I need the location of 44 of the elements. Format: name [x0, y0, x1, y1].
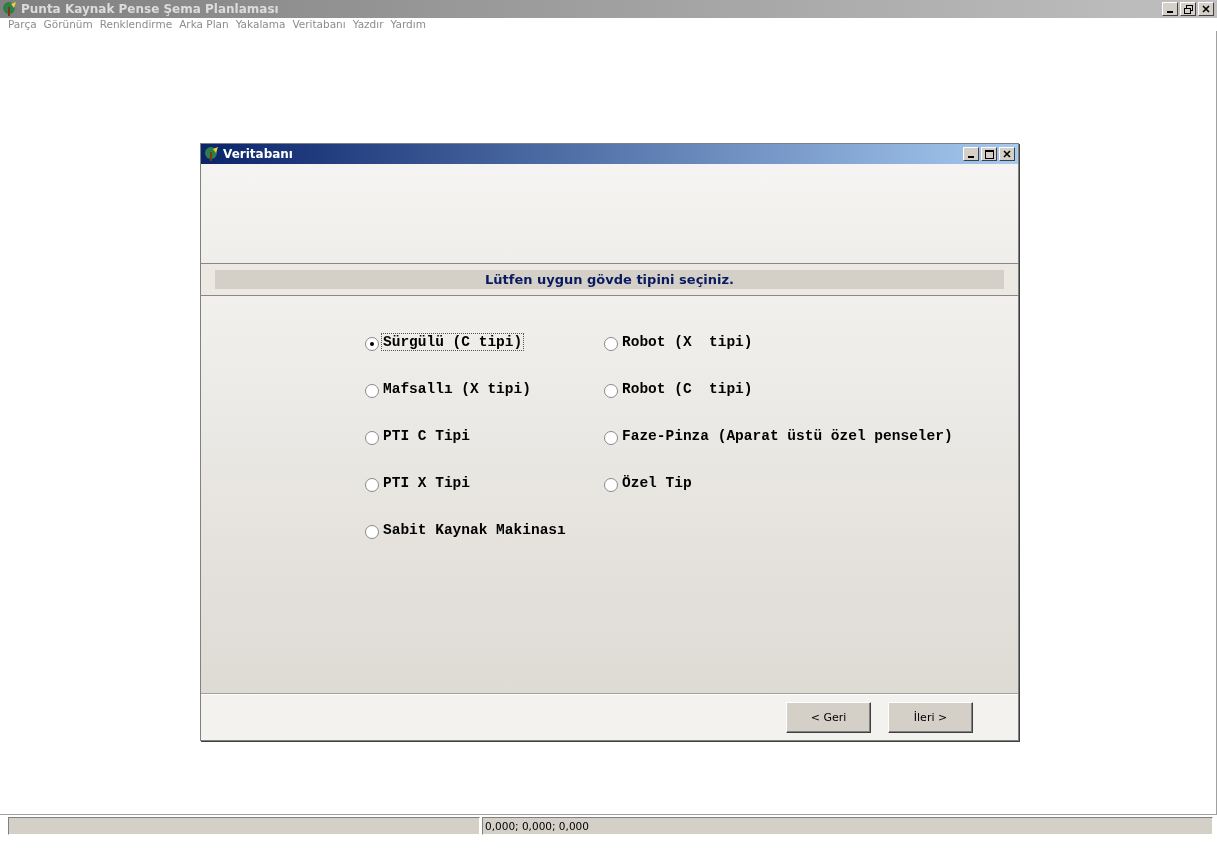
close-button[interactable] — [999, 147, 1015, 161]
menu-item[interactable]: Görünüm — [43, 18, 93, 31]
close-icon — [1202, 5, 1210, 13]
option-label[interactable]: Faze-Pinza (Aparat üstü özel penseler) — [621, 428, 954, 444]
option-label[interactable]: Robot (C tipi) — [621, 381, 754, 397]
app-logo-icon — [204, 146, 220, 162]
radio-button[interactable] — [604, 431, 618, 445]
radio-button[interactable] — [365, 525, 379, 539]
close-icon — [1003, 150, 1011, 158]
option-label[interactable]: PTI C Tipi — [382, 428, 471, 444]
back-button[interactable]: < Geri — [786, 702, 871, 733]
minimize-button[interactable] — [963, 147, 979, 161]
coordinates-status: 0,000; 0,000; 0,000 — [482, 817, 1213, 835]
menu-item[interactable]: Parça — [8, 18, 37, 31]
app-logo-icon — [2, 1, 18, 17]
option-label[interactable]: PTI X Tipi — [382, 475, 471, 491]
radio-button[interactable] — [365, 431, 379, 445]
option-label[interactable]: Sabit Kaynak Makinası — [382, 522, 567, 538]
menu-item[interactable]: Yardım — [390, 18, 426, 31]
option-label[interactable]: Robot (X tipi) — [621, 334, 754, 350]
radio-button[interactable] — [604, 384, 618, 398]
radio-button[interactable] — [365, 478, 379, 492]
menu-item[interactable]: Veritabanı — [292, 18, 346, 31]
option-label[interactable]: Özel Tip — [621, 475, 693, 491]
maximize-button[interactable] — [981, 147, 997, 161]
menu-item[interactable]: Renklendirme — [99, 18, 173, 31]
radio-button[interactable] — [604, 337, 618, 351]
dialog-title: Veritabanı — [223, 147, 293, 161]
menu-item[interactable]: Yazdır — [352, 18, 384, 31]
restore-button[interactable] — [1180, 2, 1196, 16]
instruction-heading: Lütfen uygun gövde tipini seçiniz. — [215, 270, 1004, 289]
menu-item[interactable]: Yakalama — [235, 18, 286, 31]
radio-button[interactable] — [604, 478, 618, 492]
window-title: Punta Kaynak Pense Şema Planlaması — [21, 2, 279, 16]
option-label[interactable]: Mafsallı (X tipi) — [382, 381, 532, 397]
minimize-button[interactable] — [1162, 2, 1178, 16]
restore-icon — [1183, 4, 1193, 14]
radio-button[interactable] — [365, 384, 379, 398]
next-button[interactable]: İleri > — [888, 702, 973, 733]
menu-item[interactable]: Arka Plan — [179, 18, 229, 31]
close-button[interactable] — [1198, 2, 1214, 16]
option-label[interactable]: Sürgülü (C tipi) — [382, 334, 524, 350]
radio-button[interactable] — [365, 337, 379, 351]
maximize-icon — [984, 149, 994, 159]
